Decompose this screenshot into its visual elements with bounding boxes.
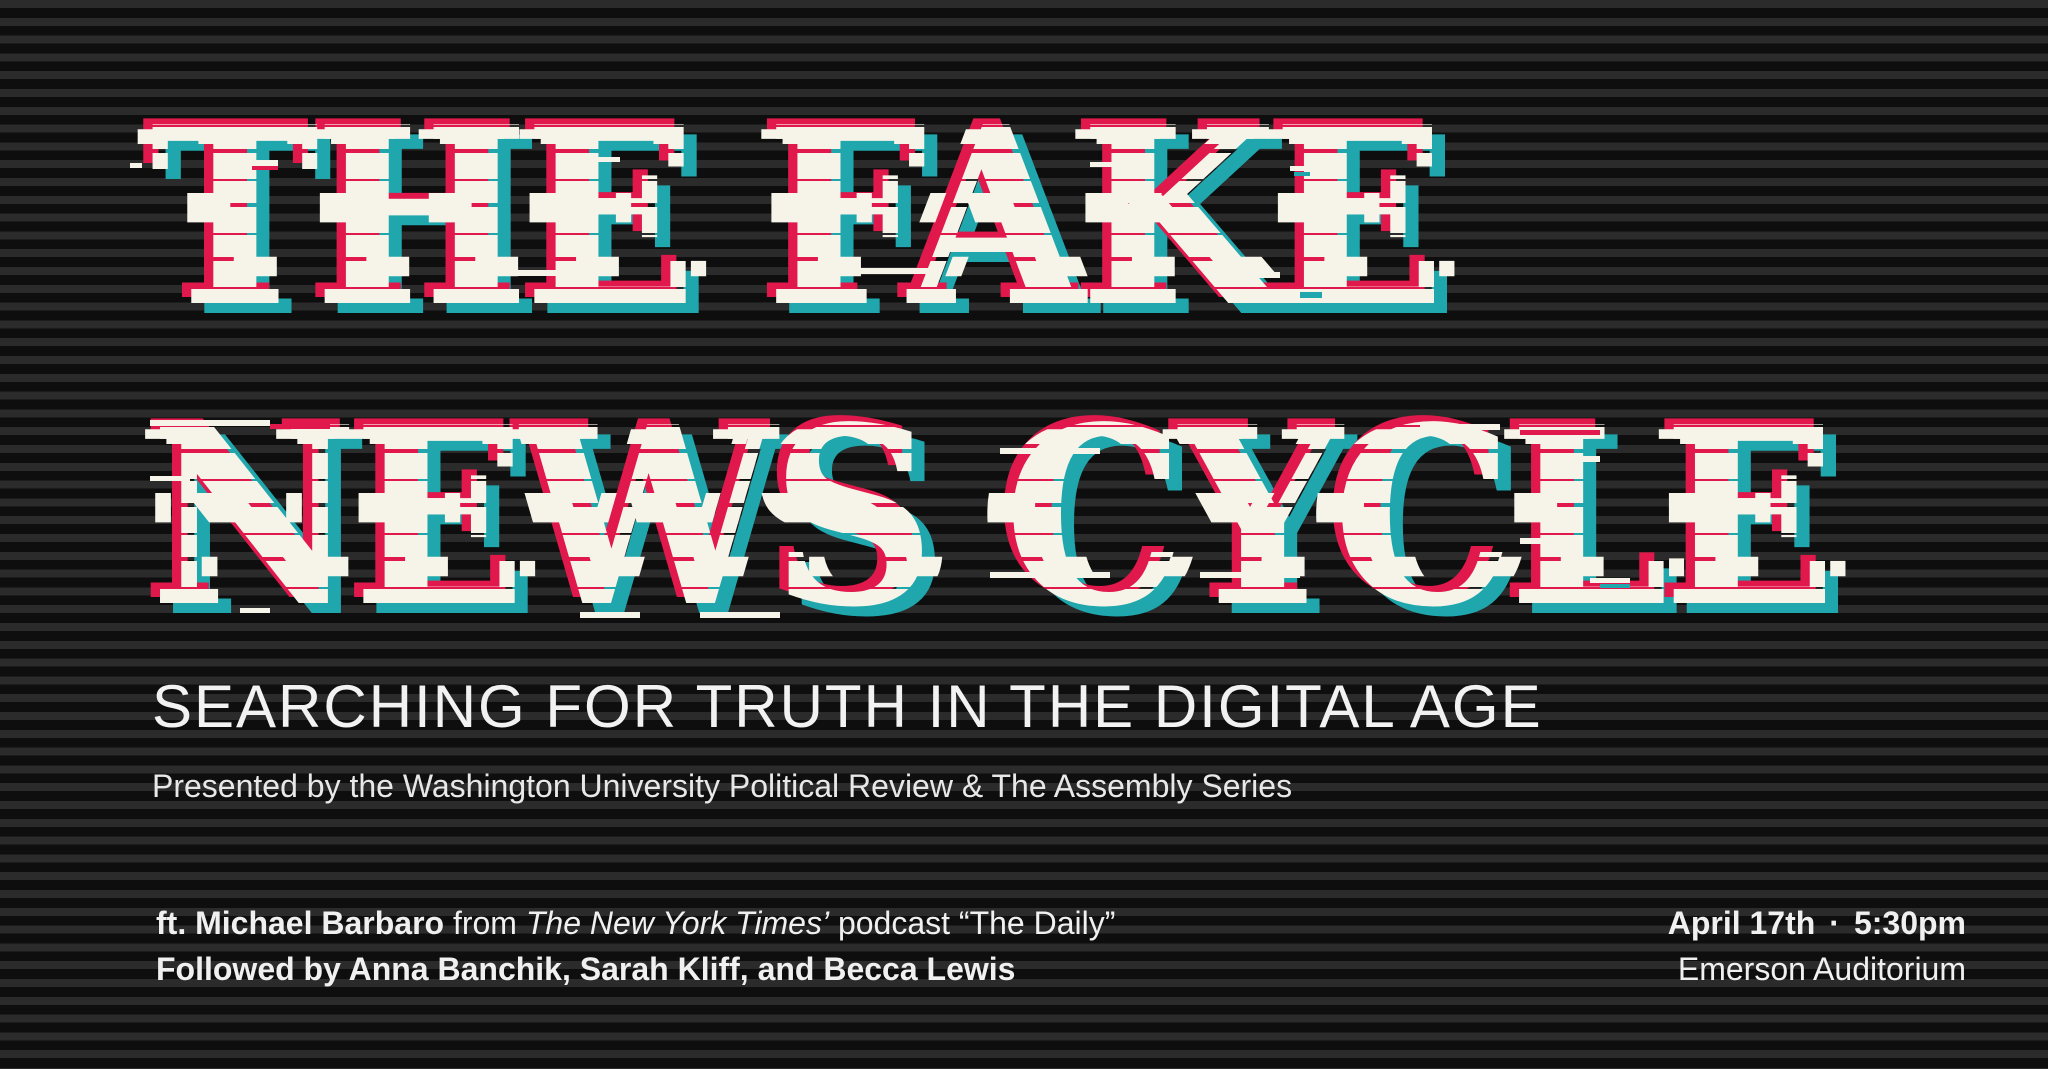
featured-speaker-name: ft. Michael Barbaro bbox=[156, 905, 445, 941]
event-date: April 17th bbox=[1667, 905, 1816, 941]
subtitle: SEARCHING FOR TRUTH IN THE DIGITAL AGE bbox=[152, 673, 1543, 740]
publication-name: The New York Times’ bbox=[525, 905, 830, 941]
event-datetime: April 17th · 5:30pm bbox=[1668, 900, 1966, 946]
event-time: 5:30pm bbox=[1853, 905, 1966, 941]
featured-speaker-line: ft. Michael Barbaro from The New York Ti… bbox=[156, 900, 1115, 946]
headline: THE FAKE THE FAKE THE FAKE THE FAKE THE … bbox=[124, 89, 1852, 650]
followed-by-line: Followed by Anna Banchik, Sarah Kliff, a… bbox=[156, 946, 1115, 992]
featured-speakers: ft. Michael Barbaro from The New York Ti… bbox=[156, 900, 1115, 992]
datetime-separator: · bbox=[1829, 905, 1840, 941]
featured-from-text: from bbox=[444, 905, 526, 941]
event-details: April 17th · 5:30pm Emerson Auditorium bbox=[1668, 900, 1966, 992]
glitch-text-line-1: THE FAKE THE FAKE THE FAKE THE FAKE THE … bbox=[124, 89, 1461, 350]
event-poster: THE FAKE THE FAKE THE FAKE THE FAKE THE … bbox=[0, 0, 2048, 1069]
glitch-text-line-2: NEWS CYCLE NEWS CYCLE NEWS CYCLE NEWS CY… bbox=[124, 389, 1852, 650]
followed-by-speakers: Followed by Anna Banchik, Sarah Kliff, a… bbox=[156, 951, 1016, 987]
presenter-line: Presented by the Washington University P… bbox=[152, 768, 1293, 804]
headline-line-2: NEWS CYCLE NEWS CYCLE NEWS CYCLE NEWS CY… bbox=[124, 389, 1852, 650]
headline-line-1: THE FAKE THE FAKE THE FAKE THE FAKE THE … bbox=[124, 89, 1461, 350]
event-venue: Emerson Auditorium bbox=[1677, 951, 1966, 987]
podcast-text: podcast “The Daily” bbox=[829, 905, 1116, 941]
